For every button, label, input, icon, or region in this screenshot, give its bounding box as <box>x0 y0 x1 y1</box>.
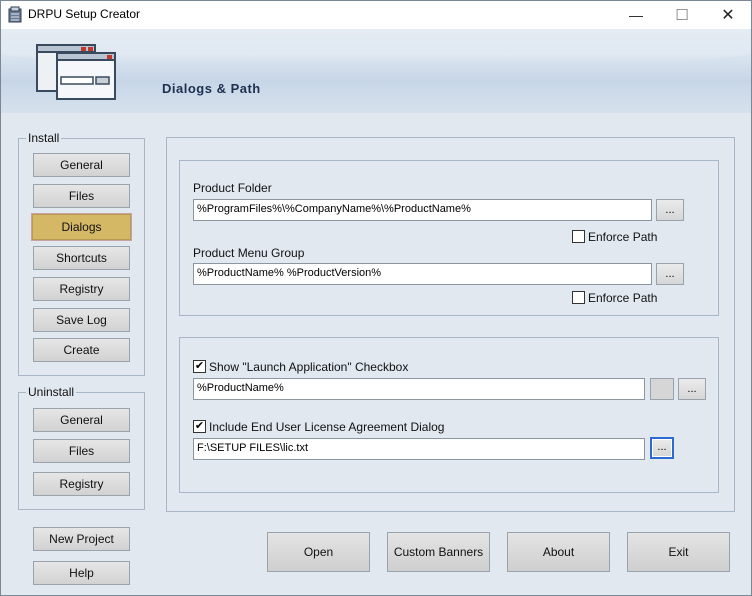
eula-checkbox[interactable]: ✔ <box>193 420 206 433</box>
enforce-path-2-checkbox[interactable] <box>572 291 585 304</box>
install-files-button[interactable]: Files <box>33 184 130 208</box>
install-registry-button[interactable]: Registry <box>33 277 130 301</box>
launch-app-field[interactable]: %ProductName% <box>193 378 645 400</box>
menu-group-label: Product Menu Group <box>193 246 305 260</box>
title-bar[interactable]: DRPU Setup Creator — ☐ ✕ <box>1 1 751 29</box>
help-button[interactable]: Help <box>33 561 130 585</box>
enforce-path-2-label: Enforce Path <box>588 291 658 305</box>
product-folder-label: Product Folder <box>193 181 272 195</box>
launch-app-browse-button[interactable]: ... <box>678 378 706 400</box>
install-create-button[interactable]: Create <box>33 338 130 362</box>
install-shortcuts-button[interactable]: Shortcuts <box>33 246 130 270</box>
checkmark-icon: ✔ <box>194 360 205 372</box>
product-folder-field[interactable]: %ProgramFiles%\%CompanyName%\%ProductNam… <box>193 199 652 221</box>
open-button[interactable]: Open <box>267 532 370 572</box>
dialog-windows-icon <box>36 44 116 100</box>
minimize-button[interactable]: — <box>613 1 659 29</box>
menu-group-field[interactable]: %ProductName% %ProductVersion% <box>193 263 652 285</box>
window-title: DRPU Setup Creator <box>28 7 141 21</box>
uninstall-general-button[interactable]: General <box>33 408 130 432</box>
header-banner: Dialogs & Path <box>1 29 751 113</box>
launch-app-blank-button[interactable] <box>650 378 674 400</box>
custom-banners-button[interactable]: Custom Banners <box>387 532 490 572</box>
eula-browse-button[interactable]: ... <box>650 437 674 459</box>
new-project-button[interactable]: New Project <box>33 527 130 551</box>
close-button[interactable]: ✕ <box>705 1 751 29</box>
maximize-icon: ☐ <box>675 7 689 24</box>
install-general-button[interactable]: General <box>33 153 130 177</box>
enforce-path-1-checkbox[interactable] <box>572 230 585 243</box>
checkmark-icon: ✔ <box>194 420 205 432</box>
app-window: DRPU Setup Creator — ☐ ✕ Dialogs & Path … <box>0 0 752 596</box>
uninstall-files-button[interactable]: Files <box>33 439 130 463</box>
menu-group-browse-button[interactable]: ... <box>656 263 684 285</box>
eula-file-field[interactable]: F:\SETUP FILES\lic.txt <box>193 438 645 460</box>
page-title: Dialogs & Path <box>162 81 261 96</box>
about-button[interactable]: About <box>507 532 610 572</box>
uninstall-group-label: Uninstall <box>26 385 77 399</box>
setup-app-icon <box>8 6 22 23</box>
exit-button[interactable]: Exit <box>627 532 730 572</box>
install-save-log-button[interactable]: Save Log <box>33 308 130 332</box>
minimize-icon: — <box>629 7 643 23</box>
close-icon: ✕ <box>721 7 735 24</box>
eula-label: Include End User License Agreement Dialo… <box>209 420 445 434</box>
install-dialogs-button[interactable]: Dialogs <box>31 213 132 241</box>
uninstall-registry-button[interactable]: Registry <box>33 472 130 496</box>
product-folder-browse-button[interactable]: ... <box>656 199 684 221</box>
launch-app-checkbox[interactable]: ✔ <box>193 360 206 373</box>
install-group-label: Install <box>26 131 62 145</box>
enforce-path-1-label: Enforce Path <box>588 230 658 244</box>
maximize-button[interactable]: ☐ <box>659 1 705 29</box>
launch-app-label: Show "Launch Application" Checkbox <box>209 360 409 374</box>
